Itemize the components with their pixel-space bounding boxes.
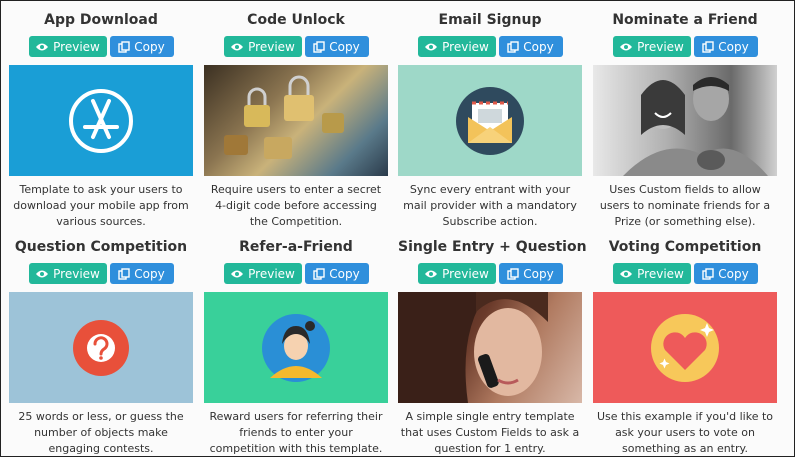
copy-label: Copy: [134, 266, 165, 281]
copy-button[interactable]: Copy: [109, 263, 174, 284]
preview-button[interactable]: Preview: [28, 263, 107, 284]
copy-icon: [313, 40, 325, 53]
copy-button[interactable]: Copy: [693, 263, 758, 284]
heart-icon: [651, 314, 719, 382]
copy-icon: [702, 267, 714, 280]
copy-button[interactable]: Copy: [498, 36, 563, 57]
preview-button[interactable]: Preview: [612, 263, 691, 284]
template-card-refer-a-friend: Refer-a-Friend Preview Copy Reward users…: [204, 238, 388, 456]
copy-icon: [118, 267, 130, 280]
copy-icon: [118, 40, 130, 53]
copy-button[interactable]: Copy: [693, 36, 758, 57]
card-description: A simple single entry template that uses…: [400, 410, 580, 455]
couple-image: [593, 65, 777, 176]
card-title: App Download: [44, 12, 158, 28]
template-card-voting-competition: Voting Competition Preview Copy Use this…: [593, 238, 777, 456]
card-title: Question Competition: [14, 239, 188, 255]
card-title: Nominate a Friend: [612, 12, 758, 28]
preview-label: Preview: [248, 39, 295, 54]
copy-icon: [702, 40, 714, 53]
voting-image: [593, 292, 777, 403]
preview-label: Preview: [442, 39, 489, 54]
card-title: Refer-a-Friend: [239, 239, 353, 255]
copy-label: Copy: [329, 39, 360, 54]
template-card-app-download: App Download Preview Copy Template to as…: [9, 11, 193, 230]
copy-label: Copy: [134, 39, 165, 54]
person-avatar-icon: [262, 314, 330, 382]
template-card-email-signup: Email Signup Preview Copy Sync every ent…: [398, 11, 582, 230]
copy-icon: [313, 267, 325, 280]
card-description: Require users to enter a secret 4-digit …: [210, 183, 382, 228]
preview-button[interactable]: Preview: [612, 36, 691, 57]
template-card-code-unlock: Code Unlock Preview Copy Require users t…: [204, 11, 388, 230]
eye-icon: [230, 42, 244, 52]
template-card-single-entry-question: Single Entry + Question Preview Copy A s…: [398, 238, 587, 456]
preview-button[interactable]: Preview: [417, 36, 496, 57]
template-card-question-competition: Question Competition Preview Copy 25 wor…: [9, 238, 193, 456]
couple-photo: [623, 77, 768, 176]
copy-label: Copy: [523, 39, 554, 54]
padlocks-photo: [224, 75, 344, 159]
copy-button[interactable]: Copy: [304, 36, 369, 57]
woman-phone-image: [398, 292, 582, 403]
copy-label: Copy: [718, 39, 749, 54]
copy-button[interactable]: Copy: [498, 263, 563, 284]
eye-icon: [35, 42, 49, 52]
card-description: 25 words or less, or guess the number of…: [18, 410, 184, 455]
copy-label: Copy: [523, 266, 554, 281]
envelope-icon: [456, 87, 524, 155]
question-image: [9, 292, 193, 403]
question-mark-icon: [73, 320, 129, 376]
card-title: Code Unlock: [247, 12, 345, 28]
preview-label: Preview: [53, 39, 100, 54]
refer-image: [204, 292, 388, 403]
eye-icon: [619, 42, 633, 52]
preview-button[interactable]: Preview: [223, 36, 302, 57]
woman-phone-photo: [398, 292, 548, 403]
copy-button[interactable]: Copy: [304, 263, 369, 284]
eye-icon: [424, 42, 438, 52]
preview-label: Preview: [248, 266, 295, 281]
card-description: Uses Custom fields to allow users to nom…: [599, 183, 771, 228]
app-store-icon: [69, 89, 133, 153]
preview-label: Preview: [637, 266, 684, 281]
preview-label: Preview: [53, 266, 100, 281]
eye-icon: [35, 269, 49, 279]
copy-button[interactable]: Copy: [109, 36, 174, 57]
card-title: Single Entry + Question: [398, 239, 587, 255]
envelope-image: [398, 65, 582, 176]
card-title: Voting Competition: [608, 239, 762, 255]
copy-label: Copy: [718, 266, 749, 281]
template-gallery: App Download Preview Copy Template to as…: [0, 0, 795, 457]
eye-icon: [424, 269, 438, 279]
app-store-image: [9, 65, 193, 176]
copy-icon: [507, 267, 519, 280]
eye-icon: [230, 269, 244, 279]
copy-icon: [507, 40, 519, 53]
card-description: Reward users for referring their friends…: [209, 410, 383, 455]
eye-icon: [619, 269, 633, 279]
padlocks-image: [204, 65, 388, 176]
card-description: Use this example if you'd like to ask yo…: [597, 410, 773, 455]
card-description: Sync every entrant with your mail provid…: [403, 183, 577, 228]
preview-button[interactable]: Preview: [28, 36, 107, 57]
preview-label: Preview: [637, 39, 684, 54]
preview-button[interactable]: Preview: [417, 263, 496, 284]
card-description: Template to ask your users to download y…: [13, 183, 189, 228]
template-card-nominate-a-friend: Nominate a Friend Preview Copy Uses Cust…: [593, 11, 777, 230]
copy-label: Copy: [329, 266, 360, 281]
card-title: Email Signup: [438, 12, 542, 28]
preview-label: Preview: [442, 266, 489, 281]
preview-button[interactable]: Preview: [223, 263, 302, 284]
